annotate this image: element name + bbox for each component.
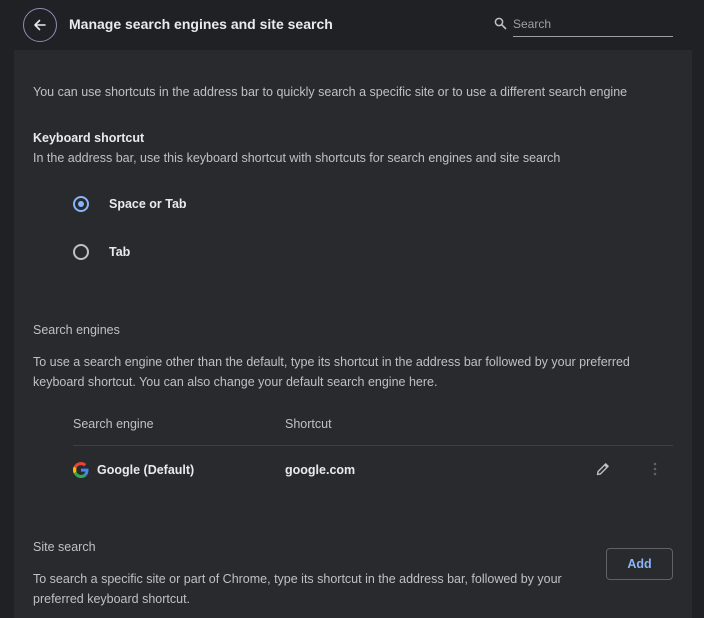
search-icon [494,17,507,30]
site-search-description-line1: To search a specific site or part of Chr… [33,572,562,586]
page-title: Manage search engines and site search [69,16,333,32]
keyboard-shortcut-heading: Keyboard shortcut [33,131,145,145]
search-input[interactable] [513,12,673,37]
search-engine-name: Google (Default) [97,463,195,477]
table-divider [73,445,673,446]
radio-option-tab[interactable]: Tab [73,244,130,260]
back-button[interactable] [23,8,57,42]
radio-label: Tab [109,245,131,259]
arrow-back-icon [34,19,46,31]
google-logo-icon [73,462,89,478]
more-vert-icon[interactable] [649,461,661,477]
add-site-search-button[interactable]: Add [606,548,673,580]
site-search-description-line2: preferred keyboard shortcut. [33,592,191,606]
edit-pencil-icon[interactable] [595,461,611,477]
search-engines-heading: Search engines [33,323,120,337]
intro-text: You can use shortcuts in the address bar… [33,85,628,99]
search-engines-description-line1: To use a search engine other than the de… [33,355,630,369]
keyboard-shortcut-description: In the address bar, use this keyboard sh… [33,151,561,165]
radio-button-unchecked[interactable] [73,244,89,260]
search-box[interactable] [494,12,673,38]
settings-card: You can use shortcuts in the address bar… [14,50,692,618]
page-header: Manage search engines and site search [0,0,704,50]
search-engine-shortcut: google.com [285,463,356,477]
search-engines-description-line2: keyboard shortcut. You can also change y… [33,375,438,389]
site-search-heading: Site search [33,540,96,554]
column-header-search-engine: Search engine [73,417,154,431]
radio-button-checked[interactable] [73,196,89,212]
column-header-shortcut: Shortcut [285,417,332,431]
radio-label: Space or Tab [109,197,187,211]
radio-option-space-or-tab[interactable]: Space or Tab [73,196,187,212]
